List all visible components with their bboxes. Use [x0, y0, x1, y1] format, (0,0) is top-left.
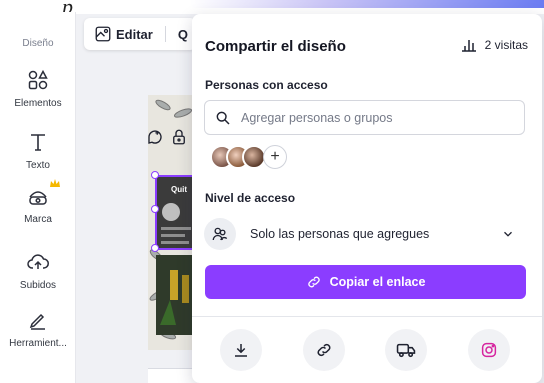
- people-access-heading: Personas con acceso: [205, 78, 328, 92]
- panel-title: Compartir el diseño: [205, 38, 346, 55]
- sidebar-item-brand[interactable]: Marca: [0, 179, 76, 225]
- truck-icon: [396, 343, 416, 358]
- add-collaborator-button[interactable]: +: [263, 145, 287, 169]
- link-icon: [307, 276, 320, 288]
- download-button[interactable]: [220, 329, 262, 371]
- bar-chart-icon: [461, 40, 476, 52]
- left-sidebar: Diseño Elementos Texto Marca Subidos Her…: [0, 12, 76, 383]
- people-icon: [204, 218, 236, 250]
- lock-icon[interactable]: [170, 128, 188, 146]
- access-level-value: Solo las personas que agregues: [250, 227, 430, 241]
- sidebar-item-label: Herramient...: [9, 338, 67, 349]
- sidebar-item-elements[interactable]: Elementos: [0, 68, 76, 109]
- sidebar-item-design[interactable]: Diseño: [0, 32, 76, 49]
- tools-icon: [29, 313, 45, 330]
- visits-label: 2 visitas: [484, 38, 528, 52]
- access-level-dropdown[interactable]: Solo las personas que agregues: [204, 216, 525, 252]
- access-level-heading: Nivel de acceso: [205, 191, 296, 205]
- sidebar-item-text[interactable]: Texto: [0, 130, 76, 171]
- cloud-upload-icon: [27, 254, 49, 269]
- crown-icon: [50, 179, 60, 187]
- add-people-input[interactable]: [241, 110, 501, 125]
- text-icon: [31, 134, 45, 151]
- shapes-icon: [28, 69, 48, 90]
- image-edit-icon: [95, 26, 111, 42]
- copy-link-label: Copiar el enlace: [329, 275, 426, 289]
- share-panel: Compartir el diseño 2 visitas Personas c…: [192, 14, 542, 383]
- sidebar-item-label: Subidos: [19, 280, 57, 291]
- sidebar-item-label: Diseño: [22, 38, 54, 49]
- share-link-button[interactable]: [303, 329, 345, 371]
- sidebar-item-uploads[interactable]: Subidos: [0, 250, 76, 291]
- sidebar-item-label: Marca: [24, 214, 52, 225]
- toolbar-next-label[interactable]: Q: [178, 27, 188, 42]
- download-icon: [235, 344, 247, 357]
- edit-button-label: Editar: [116, 26, 153, 42]
- instagram-share-button[interactable]: [468, 329, 510, 371]
- instagram-icon: [481, 342, 497, 358]
- resize-handle[interactable]: [151, 205, 159, 213]
- toolbar-divider: [164, 26, 166, 42]
- panel-divider: [192, 316, 542, 317]
- brand-icon: [29, 191, 47, 205]
- editor-toolbar: Editar Q: [84, 18, 196, 50]
- add-people-search[interactable]: [204, 100, 525, 135]
- resize-handle[interactable]: [151, 244, 159, 252]
- element-controls: [146, 128, 188, 146]
- sidebar-item-label: Elementos: [14, 98, 62, 109]
- selected-element[interactable]: Quit: [155, 175, 197, 250]
- visits-button[interactable]: 2 visitas: [461, 38, 528, 52]
- print-delivery-button[interactable]: [385, 329, 427, 371]
- search-icon: [216, 111, 230, 125]
- chevron-down-icon: [504, 231, 512, 237]
- edit-button[interactable]: Editar: [84, 25, 153, 43]
- copy-link-button[interactable]: Copiar el enlace: [205, 265, 526, 299]
- comment-add-icon[interactable]: [146, 128, 164, 146]
- resize-handle[interactable]: [151, 171, 159, 179]
- sidebar-item-label: Texto: [26, 160, 50, 171]
- link-icon: [317, 343, 331, 357]
- sidebar-item-tools[interactable]: Herramient...: [0, 308, 76, 349]
- canvas-bottom-bar: [148, 368, 198, 383]
- selected-element-text: Quit: [171, 185, 187, 194]
